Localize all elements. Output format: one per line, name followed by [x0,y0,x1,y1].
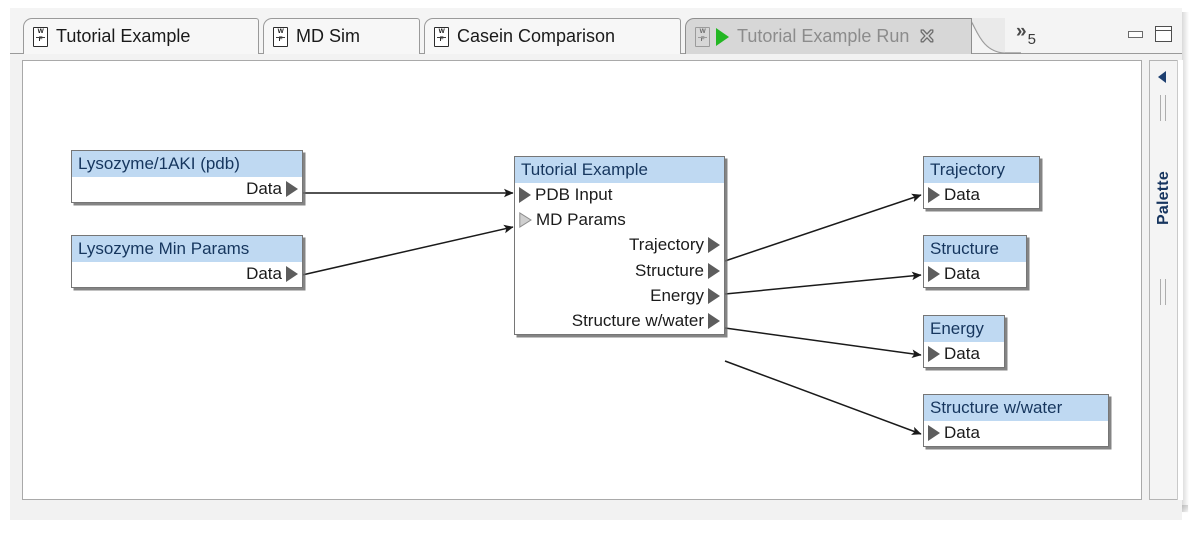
port-label: Structure [635,260,704,280]
tab-curve-divider [966,18,1021,54]
port-data-out[interactable]: Data [72,262,302,287]
port-triangle-icon [286,181,298,198]
close-icon[interactable] [919,28,935,45]
port-data-out[interactable]: Data [72,177,302,202]
port-label: Data [246,264,282,284]
port-data-in[interactable]: Data [924,342,1004,367]
node-body: Data [924,342,1004,367]
port-data-in[interactable]: Data [924,183,1039,208]
node-body: Data [924,183,1039,208]
node-title: Lysozyme Min Params [72,236,302,263]
palette-strip[interactable]: Palette [1149,60,1177,500]
port-label: Data [944,344,980,364]
tab-label: Casein Comparison [457,26,616,46]
palette-expand-arrow-icon[interactable] [1158,71,1166,83]
port-label: Data [944,423,980,443]
port-label: Trajectory [629,235,704,255]
port-triangle-icon [708,262,720,279]
wire-trajectory [724,193,922,262]
tab-label: MD Sim [296,26,360,46]
run-play-icon [716,27,729,46]
node-lysozyme-1aki-pdb[interactable]: Lysozyme/1AKI (pdb) Data [71,150,303,204]
tab-label: Tutorial Example Run [737,26,910,46]
node-structure-w-water[interactable]: Structure w/water Data [923,394,1109,448]
tab-tutorial-example[interactable]: WF Tutorial Example [23,18,259,54]
port-pdb-input[interactable]: PDB Input [515,183,724,208]
port-energy-out[interactable]: Energy [515,284,724,309]
port-data-in[interactable]: Data [924,262,1026,287]
port-triangle-icon [928,346,940,363]
port-triangle-icon [708,237,720,254]
port-label: Data [944,264,980,284]
port-structure-out[interactable]: Structure [515,259,724,284]
tab-label: Tutorial Example [56,26,191,46]
node-body: Data [924,421,1108,446]
workflow-canvas-border: Lysozyme/1AKI (pdb) Data Lysozyme Min Pa… [22,60,1142,500]
palette-label: Palette [1155,171,1172,225]
node-title: Structure [924,236,1026,263]
port-triangle-icon [708,287,720,304]
node-body: PDB Input MD Params Trajectory Structure… [515,183,724,334]
node-body: Data [72,262,302,287]
port-label: Energy [650,285,704,305]
wire-md-params [288,224,514,279]
port-triangle-icon [928,187,940,204]
node-trajectory[interactable]: Trajectory Data [923,156,1040,210]
node-title: Tutorial Example [515,157,724,184]
port-triangle-icon [928,266,940,283]
node-structure[interactable]: Structure Data [923,235,1027,289]
node-tutorial-example[interactable]: Tutorial Example PDB Input MD Params Tra… [514,156,725,335]
workflow-editor-window: WF Tutorial Example WF MD Sim WF Casein … [0,0,1200,542]
port-data-in[interactable]: Data [924,421,1108,446]
workflow-file-icon: WF [434,26,449,47]
workflow-file-icon: WF [33,26,48,47]
node-title: Structure w/water [924,395,1108,422]
editor-tab-bar: WF Tutorial Example WF MD Sim WF Casein … [10,8,1182,55]
workflow-file-icon: WF [273,26,288,47]
tab-tutorial-example-run[interactable]: WF Tutorial Example Run [685,18,972,54]
port-triangle-icon [708,312,720,329]
port-md-params[interactable]: MD Params [515,208,724,233]
port-triangle-icon [519,212,532,229]
port-label: MD Params [536,210,626,230]
palette-grip-bottom-icon[interactable] [1159,279,1168,305]
palette-grip-top-icon[interactable] [1159,95,1168,121]
palette-right-edge [1177,60,1183,500]
port-label: PDB Input [535,185,613,205]
port-triangle-icon [519,187,531,204]
wire-energy [724,327,922,359]
editor-content-area: Lysozyme/1AKI (pdb) Data Lysozyme Min Pa… [10,54,1183,512]
window-right-shadow [1182,12,1189,512]
wire-structure-water [724,360,922,435]
wire-structure [724,271,922,295]
port-label: Data [246,179,282,199]
minimize-button[interactable] [1128,30,1143,38]
workflow-run-icon: WF [695,26,710,47]
tab-casein-comparison[interactable]: WF Casein Comparison [424,18,681,54]
port-label: Data [944,185,980,205]
port-structure-w-water-out[interactable]: Structure w/water [515,309,724,334]
port-triangle-icon [286,266,298,283]
node-body: Data [72,177,302,202]
port-triangle-icon [928,425,940,442]
node-title: Trajectory [924,157,1039,184]
node-body: Data [924,262,1026,287]
workflow-canvas[interactable]: Lysozyme/1AKI (pdb) Data Lysozyme Min Pa… [23,61,1141,499]
tab-md-sim[interactable]: WF MD Sim [263,18,420,54]
node-lysozyme-min-params[interactable]: Lysozyme Min Params Data [71,235,303,289]
overflow-count: 5 [1027,30,1036,48]
node-title: Lysozyme/1AKI (pdb) [72,151,302,178]
node-title: Energy [924,316,1004,343]
maximize-button[interactable] [1155,26,1172,42]
window-controls [1128,26,1172,42]
port-trajectory-out[interactable]: Trajectory [515,233,724,258]
node-energy[interactable]: Energy Data [923,315,1005,369]
port-label: Structure w/water [571,310,704,330]
